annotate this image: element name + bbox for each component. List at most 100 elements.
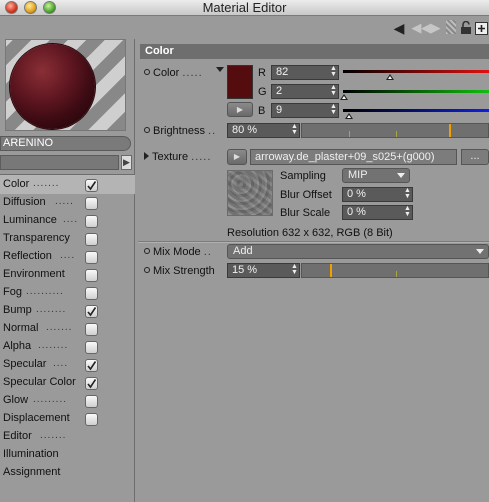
channel-checkbox[interactable] xyxy=(85,287,98,300)
channel-dots: ........ xyxy=(36,304,67,315)
brightness-field[interactable]: 80 % ▲ ▼ xyxy=(227,123,300,138)
label-dots: .. xyxy=(208,125,217,137)
material-name[interactable]: ARENINO xyxy=(0,136,131,151)
channel-checkbox[interactable] xyxy=(85,377,98,390)
channel-dots: ....... xyxy=(40,430,67,441)
sampling-dropdown[interactable]: MIP xyxy=(342,168,410,183)
spin-arrows-icon[interactable]: ▲ ▼ xyxy=(404,205,411,218)
channel-bump[interactable]: Bump........ xyxy=(0,302,135,320)
blur-offset-field[interactable]: 0 % ▲ ▼ xyxy=(342,187,413,202)
mix-strength-slider[interactable] xyxy=(301,263,489,278)
channel-luminance[interactable]: Luminance.... xyxy=(0,212,135,230)
g-marker[interactable] xyxy=(340,94,349,100)
channel-checkbox[interactable] xyxy=(85,215,98,228)
channel-dots: .... xyxy=(63,214,79,225)
nav-arrows-icon[interactable]: ◀ ◀ ▶ xyxy=(408,20,442,36)
b-gradient-bar[interactable] xyxy=(343,109,489,112)
channel-checkbox[interactable] xyxy=(85,359,98,372)
spin-arrows-icon[interactable]: ▲ ▼ xyxy=(330,103,337,116)
chevron-down-icon[interactable] xyxy=(216,67,224,72)
texture-filename-field[interactable]: arroway.de_plaster+09_s025+(g000) xyxy=(250,149,457,165)
texture-menu-button[interactable]: ▶ xyxy=(227,149,247,165)
spin-arrows-icon[interactable]: ▲ ▼ xyxy=(330,84,337,97)
g-label: G xyxy=(258,86,267,98)
blur-scale-label: Blur Scale xyxy=(280,207,331,219)
channel-checkbox[interactable] xyxy=(85,305,98,318)
channel-checkbox[interactable] xyxy=(85,323,98,336)
animate-ring-icon[interactable] xyxy=(144,248,150,254)
channel-label: Alpha xyxy=(3,340,32,352)
brightness-slider-handle[interactable] xyxy=(449,124,451,137)
spin-arrows-icon[interactable]: ▲ ▼ xyxy=(291,123,298,136)
texture-browse-button[interactable]: ... xyxy=(461,149,489,165)
spin-arrows-icon[interactable]: ▲ ▼ xyxy=(404,187,411,200)
channel-diffusion[interactable]: Diffusion..... xyxy=(0,194,135,212)
channel-dots: ........ xyxy=(38,340,69,351)
r-label: R xyxy=(258,67,266,79)
channel-illumination[interactable]: Illumination xyxy=(0,446,135,464)
channel-checkbox[interactable] xyxy=(85,413,98,426)
brightness-label: Brightness xyxy=(153,125,205,137)
channel-checkbox[interactable] xyxy=(85,197,98,210)
texture-thumbnail[interactable] xyxy=(227,170,273,216)
chevron-right-icon[interactable]: ▶ xyxy=(121,155,132,170)
new-window-icon[interactable] xyxy=(474,20,489,36)
mix-strength-param-label[interactable]: Mix Strength xyxy=(144,265,215,277)
color-swatch[interactable] xyxy=(227,65,253,99)
mix-strength-value: 15 % xyxy=(232,264,258,276)
back-arrow-icon[interactable]: ◀ xyxy=(392,20,406,36)
texture-resolution: Resolution 632 x 632, RGB (8 Bit) xyxy=(227,227,393,239)
channel-checkbox[interactable] xyxy=(85,251,98,264)
spin-arrows-icon[interactable]: ▲ ▼ xyxy=(330,65,337,78)
animate-ring-icon[interactable] xyxy=(144,69,150,75)
g-gradient-bar[interactable] xyxy=(343,90,489,93)
brightness-slider[interactable] xyxy=(301,123,489,138)
mix-strength-field[interactable]: 15 % ▲ ▼ xyxy=(227,263,300,278)
channel-displacement[interactable]: Displacement xyxy=(0,410,135,428)
lock-icon[interactable] xyxy=(459,20,473,36)
checkmark-icon xyxy=(87,361,97,371)
channel-label: Illumination xyxy=(3,448,59,460)
channel-color[interactable]: Color....... xyxy=(0,176,135,194)
animate-ring-icon[interactable] xyxy=(144,267,150,273)
r-value-field[interactable]: 82 ▲ ▼ xyxy=(271,65,339,80)
channel-glow[interactable]: Glow......... xyxy=(0,392,135,410)
r-marker[interactable] xyxy=(385,74,394,80)
material-preview[interactable] xyxy=(5,39,126,131)
channel-specular-color[interactable]: Specular Color xyxy=(0,374,135,392)
channel-checkbox[interactable] xyxy=(85,395,98,408)
grip-icon[interactable] xyxy=(446,20,456,34)
mix-mode-dropdown[interactable]: Add xyxy=(227,244,489,259)
r-gradient-bar[interactable] xyxy=(343,70,489,73)
channel-checkbox[interactable] xyxy=(85,179,98,192)
color-param-label[interactable]: Color ..... xyxy=(144,67,203,79)
spin-arrows-icon[interactable]: ▲ ▼ xyxy=(291,263,298,276)
g-value-field[interactable]: 2 ▲ ▼ xyxy=(271,84,339,99)
expand-triangle-icon[interactable] xyxy=(144,152,149,160)
animate-ring-icon[interactable] xyxy=(144,127,150,133)
blur-scale-field[interactable]: 0 % ▲ ▼ xyxy=(342,205,413,220)
color-pick-button[interactable]: ▶ xyxy=(227,102,253,117)
channel-fog[interactable]: Fog.......... xyxy=(0,284,135,302)
channel-transparency[interactable]: Transparency xyxy=(0,230,135,248)
channel-label: Normal xyxy=(3,322,39,334)
brightness-param-label[interactable]: Brightness .. xyxy=(144,125,216,137)
channel-checkbox[interactable] xyxy=(85,341,98,354)
texture-param-label[interactable]: Texture ..... xyxy=(144,151,211,163)
material-name-field[interactable] xyxy=(0,155,119,170)
title-bar: Material Editor xyxy=(0,0,489,16)
channel-alpha[interactable]: Alpha........ xyxy=(0,338,135,356)
b-value-field[interactable]: 9 ▲ ▼ xyxy=(271,103,339,118)
b-marker[interactable] xyxy=(344,113,353,119)
mix-strength-slider-handle[interactable] xyxy=(330,264,332,277)
channel-specular[interactable]: Specular.... xyxy=(0,356,135,374)
channel-checkbox[interactable] xyxy=(85,269,98,282)
channel-reflection[interactable]: Reflection.... xyxy=(0,248,135,266)
channel-checkbox[interactable] xyxy=(85,233,98,246)
channel-normal[interactable]: Normal....... xyxy=(0,320,135,338)
channel-editor[interactable]: Editor....... xyxy=(0,428,135,446)
channel-label: Transparency xyxy=(3,232,70,244)
mix-mode-param-label[interactable]: Mix Mode .. xyxy=(144,246,212,258)
channel-assignment[interactable]: Assignment xyxy=(0,464,135,482)
channel-environment[interactable]: Environment xyxy=(0,266,135,284)
